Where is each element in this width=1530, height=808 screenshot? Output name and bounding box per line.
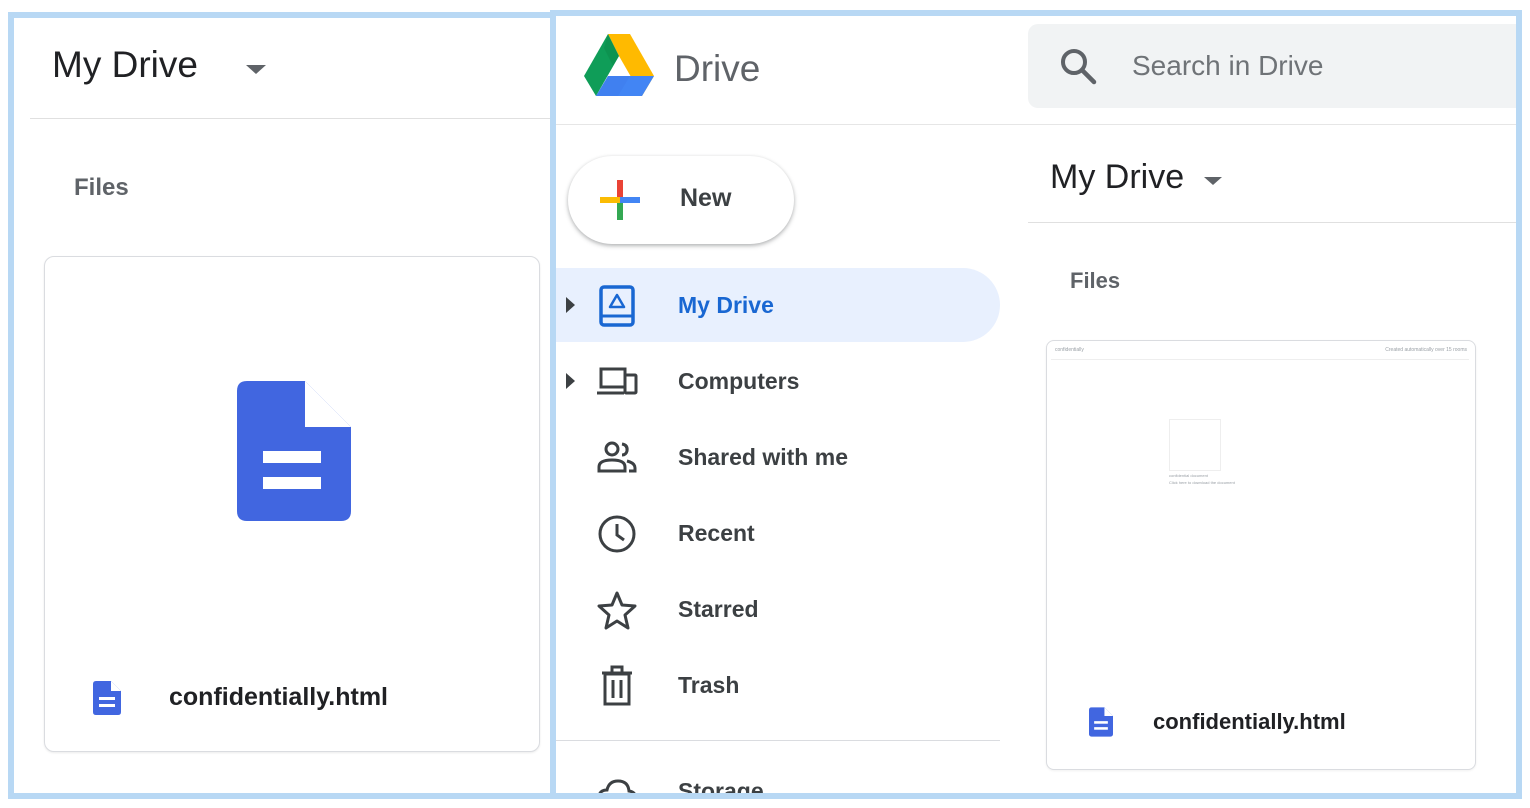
file-name: confidentially.html bbox=[1153, 709, 1346, 734]
my-drive-dropdown-icon[interactable] bbox=[1204, 177, 1222, 185]
sidebar-item-starred[interactable]: Starred bbox=[556, 572, 1000, 646]
trash-icon bbox=[602, 665, 632, 706]
zoomed-my-drive-panel: My Drive Files confidentially.html bbox=[8, 12, 556, 799]
thumbnail-header-meta: Created automatically over 15 rooms bbox=[1385, 347, 1467, 353]
my-drive-title[interactable]: My Drive bbox=[52, 44, 198, 86]
sidebar-item-label: Starred bbox=[678, 596, 759, 622]
sidebar-item-label: Computers bbox=[678, 368, 800, 394]
star-icon bbox=[597, 591, 637, 630]
drive-wordmark: Drive bbox=[674, 48, 761, 89]
expand-arrow-icon[interactable] bbox=[566, 297, 575, 313]
new-button-label: New bbox=[680, 184, 732, 212]
sidebar-item-label: Recent bbox=[678, 520, 755, 546]
files-section-label: Files bbox=[1070, 268, 1121, 293]
my-drive-header: My Drive bbox=[30, 18, 550, 119]
sidebar-item-label: My Drive bbox=[678, 292, 774, 318]
sidebar-item-recent[interactable]: Recent bbox=[556, 496, 1000, 570]
my-drive-header: My Drive bbox=[1028, 134, 1516, 223]
search-icon[interactable] bbox=[1058, 46, 1098, 86]
file-name: confidentially.html bbox=[169, 683, 388, 711]
my-drive-icon bbox=[599, 285, 635, 327]
search-bar[interactable] bbox=[1028, 24, 1516, 108]
sidebar-divider bbox=[556, 740, 1000, 741]
thumbnail-page-preview bbox=[1169, 419, 1221, 471]
sidebar-item-storage[interactable]: Storage bbox=[556, 754, 1000, 799]
new-button[interactable]: New bbox=[568, 156, 794, 244]
search-input[interactable] bbox=[1132, 44, 1502, 88]
expand-arrow-icon[interactable] bbox=[566, 373, 575, 389]
my-drive-dropdown-icon[interactable] bbox=[246, 65, 266, 74]
thumbnail-divider bbox=[1051, 359, 1469, 360]
thumbnail-text-line: Click here to download the document bbox=[1169, 480, 1235, 485]
sidebar-item-my-drive[interactable]: My Drive bbox=[556, 268, 1000, 342]
top-bar: Drive bbox=[556, 16, 1516, 125]
sidebar-item-shared-with-me[interactable]: Shared with me bbox=[556, 420, 1000, 494]
sidebar-item-computers[interactable]: Computers bbox=[556, 344, 1000, 418]
thumbnail-header-text: confidentially bbox=[1055, 347, 1084, 353]
file-card[interactable]: confidentially Created automatically ove… bbox=[1046, 340, 1476, 770]
drive-app-panel: Drive New My Drive bbox=[550, 10, 1522, 799]
sidebar-item-label: Shared with me bbox=[678, 444, 848, 470]
sidebar-item-trash[interactable]: Trash bbox=[556, 648, 1000, 722]
clock-icon bbox=[598, 515, 636, 553]
shared-with-me-icon bbox=[597, 441, 637, 473]
thumbnail-text-line: confidential document bbox=[1169, 473, 1208, 478]
doc-small-icon bbox=[93, 681, 121, 715]
files-section-label: Files bbox=[74, 174, 129, 201]
google-drive-logo[interactable] bbox=[584, 34, 654, 98]
file-card[interactable]: confidentially.html bbox=[44, 256, 540, 752]
sidebar-item-label: Trash bbox=[678, 672, 740, 698]
cloud-icon bbox=[598, 779, 636, 793]
plus-icon bbox=[600, 180, 640, 220]
my-drive-title[interactable]: My Drive bbox=[1050, 158, 1184, 197]
computers-icon bbox=[597, 367, 638, 395]
sidebar-item-label: Storage bbox=[678, 778, 764, 799]
doc-small-icon bbox=[1089, 707, 1113, 737]
doc-icon bbox=[237, 381, 351, 521]
